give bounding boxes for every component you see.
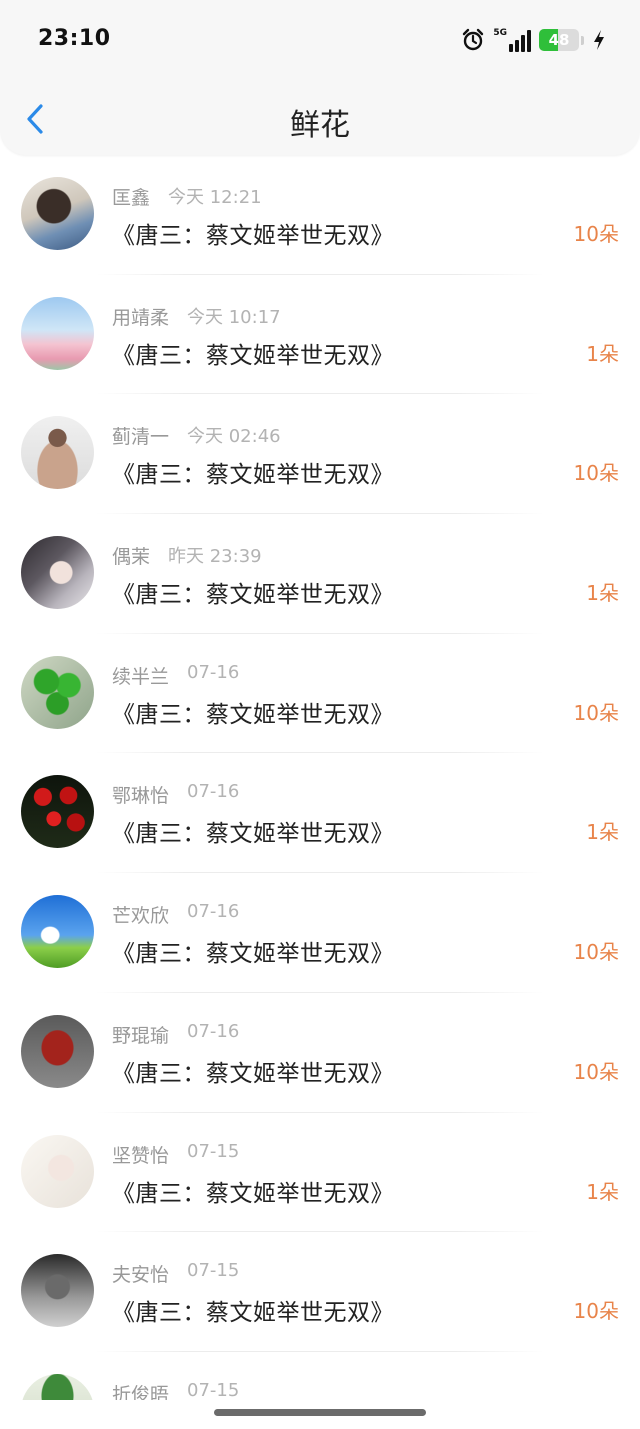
header-bar: 23:10 5G 48 鲜花 <box>0 0 640 155</box>
flower-amount: 10朵 <box>573 940 619 965</box>
book-title: 《唐三：蔡文姬举世无双》 <box>112 342 394 369</box>
timestamp: 07-16 <box>187 781 240 803</box>
user-name: 匡鑫 <box>112 187 151 209</box>
flower-amount: 10朵 <box>573 1059 619 1084</box>
timestamp: 07-15 <box>187 1260 240 1282</box>
timestamp: 07-16 <box>187 1020 240 1042</box>
status-time: 23:10 <box>38 26 111 51</box>
list-item[interactable]: 续半兰 07-16 《唐三：蔡文姬举世无双》 10朵 <box>0 634 640 754</box>
avatar[interactable] <box>21 296 94 370</box>
status-icons: 5G 48 <box>461 26 606 54</box>
user-name: 芒欢欣 <box>112 905 170 928</box>
avatar[interactable] <box>21 1134 94 1208</box>
timestamp: 07-16 <box>187 901 240 923</box>
network-type: 5G <box>493 28 507 38</box>
user-name: 夫安怡 <box>112 1264 170 1287</box>
book-title: 《唐三：蔡文姬举世无双》 <box>112 1060 394 1087</box>
page-title: 鲜花 <box>290 108 350 143</box>
list-item[interactable]: 芒欢欣 07-16 《唐三：蔡文姬举世无双》 10朵 <box>0 873 640 993</box>
book-title: 《唐三：蔡文姬举世无双》 <box>112 701 394 728</box>
book-title: 《唐三：蔡文姬举世无双》 <box>112 821 394 848</box>
cellular-signal-icon: 5G <box>493 28 531 52</box>
avatar[interactable] <box>21 775 94 849</box>
flower-amount: 1朵 <box>586 581 619 606</box>
flower-amount: 10朵 <box>573 700 619 725</box>
alarm-icon <box>463 28 484 51</box>
flower-amount: 1朵 <box>586 341 619 366</box>
book-title: 《唐三：蔡文姬举世无双》 <box>112 941 394 968</box>
list-item[interactable]: 用靖柔 今天 10:17 《唐三：蔡文姬举世无双》 1朵 <box>0 275 640 395</box>
user-name: 续半兰 <box>112 665 170 688</box>
timestamp: 07-15 <box>187 1379 240 1401</box>
timestamp: 07-15 <box>187 1140 240 1162</box>
list-item[interactable]: 坚赞怡 07-15 《唐三：蔡文姬举世无双》 1朵 <box>0 1113 640 1233</box>
avatar[interactable] <box>21 1254 94 1328</box>
avatar[interactable] <box>21 177 94 250</box>
avatar[interactable] <box>21 536 94 610</box>
timestamp: 今天 02:46 <box>187 426 281 448</box>
flower-amount: 10朵 <box>573 461 619 486</box>
avatar[interactable] <box>21 416 94 490</box>
book-title: 《唐三：蔡文姬举世无双》 <box>112 582 394 609</box>
home-indicator[interactable] <box>214 1409 426 1416</box>
battery-level: 48 <box>548 31 570 49</box>
user-name: 用靖柔 <box>112 306 170 329</box>
book-title: 《唐三：蔡文姬举世无双》 <box>112 1300 394 1327</box>
flower-amount: 1朵 <box>586 820 619 845</box>
flower-amount: 10朵 <box>573 222 619 246</box>
avatar[interactable] <box>21 1014 94 1088</box>
timestamp: 昨天 23:39 <box>168 546 262 568</box>
user-name: 坚赞怡 <box>112 1144 170 1167</box>
book-title: 《唐三：蔡文姬举世无双》 <box>112 1180 394 1207</box>
book-title: 《唐三：蔡文姬举世无双》 <box>112 223 394 249</box>
flower-list: 匡鑫 今天 12:21 《唐三：蔡文姬举世无双》 10朵 用靖柔 今天 10:1… <box>0 155 640 1429</box>
timestamp: 今天 12:21 <box>168 187 262 208</box>
charging-bolt-icon <box>594 30 604 50</box>
user-name: 鄂琳怡 <box>112 785 170 808</box>
flower-amount: 1朵 <box>586 1179 619 1204</box>
list-item[interactable]: 夫安怡 07-15 《唐三：蔡文姬举世无双》 10朵 <box>0 1232 640 1352</box>
battery-icon: 48 <box>539 29 579 51</box>
avatar[interactable] <box>21 895 94 969</box>
flower-amount: 10朵 <box>573 1299 619 1324</box>
user-name: 野琨瑜 <box>112 1024 170 1047</box>
list-item[interactable]: 野琨瑜 07-16 《唐三：蔡文姬举世无双》 10朵 <box>0 993 640 1113</box>
timestamp: 今天 10:17 <box>187 306 281 328</box>
user-name: 偶茉 <box>112 546 151 569</box>
list-item[interactable]: 匡鑫 今天 12:21 《唐三：蔡文姬举世无双》 10朵 <box>0 155 640 275</box>
avatar[interactable] <box>21 655 94 729</box>
list-item[interactable]: 蓟清一 今天 02:46 《唐三：蔡文姬举世无双》 10朵 <box>0 394 640 515</box>
list-item[interactable]: 鄂琳怡 07-16 《唐三：蔡文姬举世无双》 1朵 <box>0 753 640 874</box>
list-item[interactable]: 偶茉 昨天 23:39 《唐三：蔡文姬举世无双》 1朵 <box>0 514 640 634</box>
user-name: 蓟清一 <box>112 426 170 449</box>
book-title: 《唐三：蔡文姬举世无双》 <box>112 462 394 489</box>
timestamp: 07-16 <box>187 661 240 683</box>
